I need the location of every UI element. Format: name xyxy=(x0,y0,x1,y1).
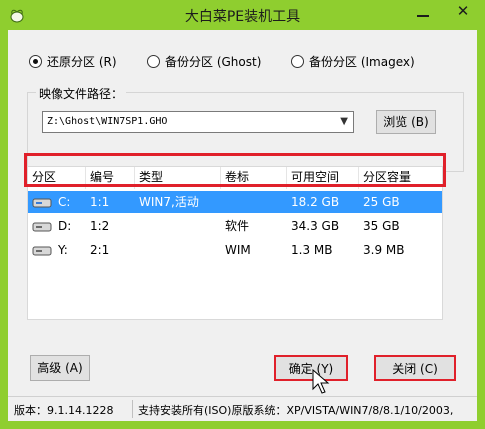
image-path-value: Z:\Ghost\WIN7SP1.GHO xyxy=(47,116,168,127)
status-bar: 版本：9.1.14.1228 支持安装所有(ISO)原版系统：XP/VISTA/… xyxy=(8,396,477,421)
drive-icon xyxy=(32,198,52,208)
backup-imagex-radio[interactable] xyxy=(291,55,304,68)
cell-size: 25 GB xyxy=(363,195,400,209)
version-text: 版本：9.1.14.1228 xyxy=(14,404,114,417)
selection-highlight xyxy=(24,153,446,187)
cell-type xyxy=(135,215,139,237)
cell-drive: D: xyxy=(58,219,72,233)
cell-size: 35 GB xyxy=(363,219,400,233)
partition-row-c[interactable]: C: 1:1 WIN7,活动 18.2 GB 25 GB xyxy=(28,191,442,213)
minimize-button[interactable] xyxy=(413,6,433,22)
supported-systems-text: 支持安装所有(ISO)原版系统：XP/VISTA/WIN7/8/8.1/10/2… xyxy=(138,404,454,417)
drive-icon xyxy=(32,222,52,232)
backup-ghost-radio[interactable] xyxy=(147,55,160,68)
cell-drive: C: xyxy=(58,195,71,209)
partition-table: 分区 编号 类型 卷标 可用空间 分区容量 C: 1:1 WIN7,活动 18.… xyxy=(27,166,443,320)
browse-button[interactable]: 浏览 (B) xyxy=(376,110,436,134)
cell-free: 18.2 GB xyxy=(291,195,340,209)
restore-radio[interactable] xyxy=(29,55,42,68)
mouse-cursor-icon xyxy=(312,369,330,394)
cell-label: 软件 xyxy=(225,219,250,233)
restore-partition-option[interactable]: 还原分区 (R) xyxy=(29,53,117,70)
cell-type: WIN7,活动 xyxy=(139,195,199,209)
cell-number: 1:2 xyxy=(90,219,110,233)
cell-number: 1:1 xyxy=(90,195,110,209)
cell-type xyxy=(135,239,139,261)
partition-row-y[interactable]: Y: 2:1 WIM 1.3 MB 3.9 MB xyxy=(28,239,442,261)
title-bar[interactable]: 大白菜PE装机工具 ✕ xyxy=(0,0,485,30)
partition-row-d[interactable]: D: 1:2 软件 34.3 GB 35 GB xyxy=(28,215,442,237)
app-window: 大白菜PE装机工具 ✕ 还原分区 (R) 备份分区 (Ghost) 备份分区 (… xyxy=(0,0,485,429)
status-divider xyxy=(132,400,133,418)
main-panel: 还原分区 (R) 备份分区 (Ghost) 备份分区 (Imagex) 映像文件… xyxy=(8,30,477,396)
backup-imagex-option[interactable]: 备份分区 (Imagex) xyxy=(291,53,415,70)
advanced-button[interactable]: 高级 (A) xyxy=(30,355,90,381)
chevron-down-icon[interactable]: ▼ xyxy=(340,116,348,127)
cell-free: 1.3 MB xyxy=(291,243,333,257)
cell-drive: Y: xyxy=(58,243,68,257)
confirm-button[interactable]: 确定 (Y) xyxy=(274,355,348,381)
cell-label: WIM xyxy=(225,243,251,257)
cell-number: 2:1 xyxy=(90,243,110,257)
close-window-button[interactable]: ✕ xyxy=(445,0,481,22)
image-path-select[interactable]: Z:\Ghost\WIN7SP1.GHO ▼ xyxy=(42,111,354,133)
restore-label: 还原分区 (R) xyxy=(47,55,117,69)
cell-label xyxy=(221,191,225,213)
cell-size: 3.9 MB xyxy=(363,243,405,257)
backup-ghost-option[interactable]: 备份分区 (Ghost) xyxy=(147,53,261,70)
image-path-label: 映像文件路径： xyxy=(36,85,127,102)
backup-ghost-label: 备份分区 (Ghost) xyxy=(165,55,262,69)
close-button[interactable]: 关闭 (C) xyxy=(374,355,456,381)
drive-icon xyxy=(32,246,52,256)
cell-free: 34.3 GB xyxy=(291,219,340,233)
backup-imagex-label: 备份分区 (Imagex) xyxy=(309,55,415,69)
